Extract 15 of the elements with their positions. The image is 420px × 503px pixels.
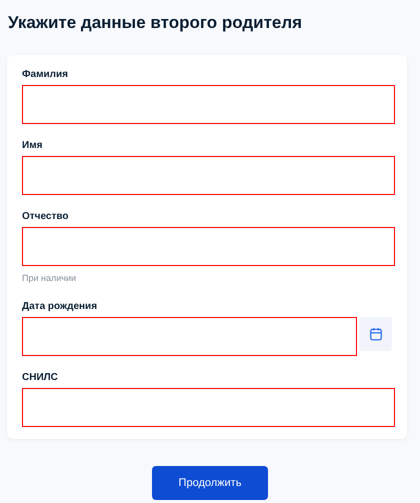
- text-field[interactable]: [22, 156, 395, 194]
- page-title: Укажите данные второго родителя: [7, 12, 304, 34]
- date-field[interactable]: [22, 317, 358, 356]
- field-label: Отчество: [22, 210, 70, 224]
- continue-button[interactable]: Продолжить: [152, 466, 268, 500]
- field-label: Имя: [22, 138, 44, 152]
- text-field[interactable]: [22, 388, 395, 427]
- field-hint: При наличии: [22, 272, 77, 285]
- field-label: Фамилия: [22, 68, 69, 82]
- text-field[interactable]: [22, 84, 395, 124]
- field-label: Дата рождения: [22, 300, 98, 314]
- calendar-icon: [368, 327, 383, 341]
- text-field[interactable]: [22, 226, 395, 266]
- calendar-button[interactable]: [359, 317, 392, 351]
- field-label: СНИЛС: [22, 371, 59, 385]
